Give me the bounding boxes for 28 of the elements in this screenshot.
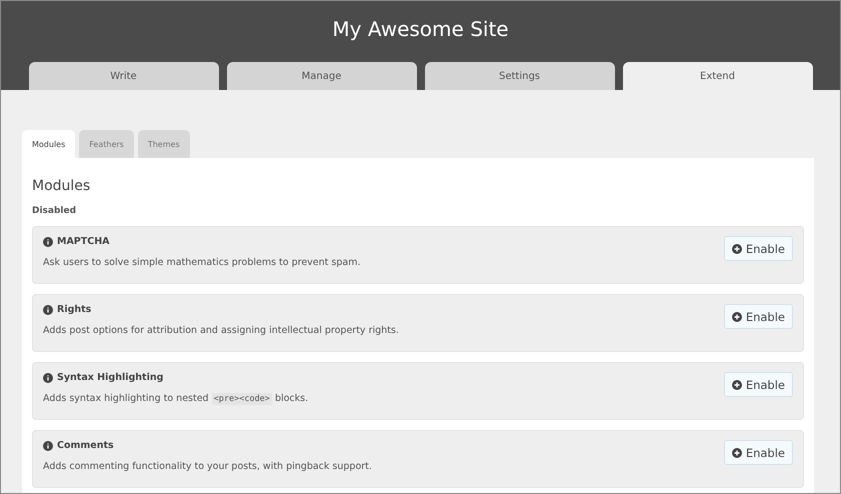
plus-icon	[732, 448, 742, 458]
enable-button[interactable]: Enable	[724, 236, 793, 261]
enable-button[interactable]: Enable	[724, 304, 793, 329]
section-heading: Disabled	[32, 206, 78, 216]
plus-icon	[732, 312, 742, 322]
main-tab[interactable]: Extend	[622, 62, 812, 90]
page-heading: Modules	[32, 178, 92, 194]
plus-icon	[732, 380, 742, 390]
module-description: Adds post options for attribution and assigning intellectual property rights.	[43, 325, 399, 336]
info-icon	[43, 304, 53, 314]
module-description: Adds commenting functionality to your posts, with pingback support.	[43, 461, 372, 472]
module-name: Comments	[57, 440, 114, 451]
info-icon	[43, 236, 53, 246]
sub-tab[interactable]: Modules	[22, 130, 76, 158]
module-name: Syntax Highlighting	[57, 372, 164, 383]
main-tab[interactable]: Settings	[424, 62, 614, 90]
main-tab[interactable]: Manage	[226, 62, 416, 90]
enable-button[interactable]: Enable	[724, 440, 793, 465]
module-name: MAPTCHA	[57, 236, 110, 247]
module-description: Ask users to solve simple mathematics problems to prevent spam.	[43, 257, 360, 268]
main-tab[interactable]: Write	[28, 62, 218, 90]
info-icon	[43, 372, 53, 382]
module-description: Adds syntax highlighting to nested <pre><code> blocks.	[43, 393, 308, 404]
site-title: My Awesome Site	[332, 17, 509, 41]
module-name: Rights	[57, 304, 92, 315]
info-icon	[43, 440, 53, 450]
enable-button[interactable]: Enable	[724, 372, 793, 397]
plus-icon	[732, 244, 742, 254]
